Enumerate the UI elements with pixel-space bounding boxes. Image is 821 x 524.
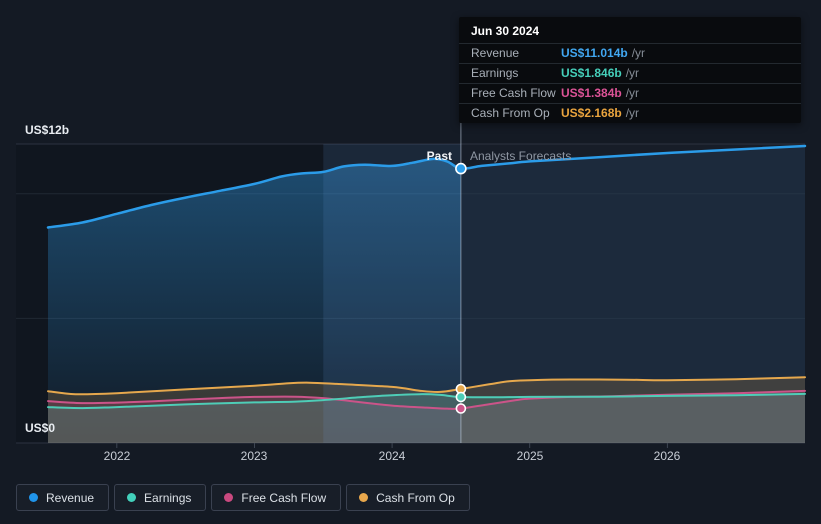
revenue-dot-icon <box>29 493 38 502</box>
tooltip-value: US$1.384b <box>561 86 622 100</box>
tooltip-label: Revenue <box>471 46 520 60</box>
x-axis-label-2022: 2022 <box>103 449 131 463</box>
chart-tooltip: Jun 30 2024 Revenue US$11.014b /yr Earni… <box>459 17 801 123</box>
tooltip-date: Jun 30 2024 <box>471 24 540 38</box>
legend-toggle-cash-from-op[interactable]: Cash From Op <box>346 484 470 511</box>
tooltip-label: Earnings <box>471 66 519 80</box>
legend-label: Revenue <box>46 490 95 505</box>
tooltip-unit: /yr <box>625 106 640 120</box>
tooltip-row-revenue: Revenue US$11.014b /yr <box>459 43 801 63</box>
earnings-marker[interactable] <box>455 391 467 403</box>
legend-toggle-earnings[interactable]: Earnings <box>114 484 207 511</box>
tooltip-row-free-cash-flow: Free Cash Flow US$1.384b /yr <box>459 83 801 103</box>
free-cash-flow-marker[interactable] <box>455 403 467 414</box>
legend-label: Earnings <box>144 490 192 505</box>
legend-label: Free Cash Flow <box>241 490 327 505</box>
x-axis-label-2025: 2025 <box>516 449 544 463</box>
revenue-marker[interactable] <box>455 162 467 175</box>
free-cash-flow-dot-icon <box>224 493 234 502</box>
tooltip-row-cash-from-op: Cash From Op US$2.168b /yr <box>459 103 801 123</box>
legend-label: Cash From Op <box>376 490 455 505</box>
tooltip-unit: /yr <box>625 86 640 100</box>
cash-from-op-dot-icon <box>359 493 369 502</box>
analysts-forecasts-section-label: Analysts Forecasts <box>470 149 572 163</box>
chart-legend: Revenue Earnings Free Cash Flow Cash Fro… <box>16 484 470 511</box>
legend-toggle-revenue[interactable]: Revenue <box>16 484 110 511</box>
tooltip-label: Cash From Op <box>471 106 550 120</box>
tooltip-value: US$11.014b <box>561 46 628 60</box>
x-axis-label-2026: 2026 <box>653 449 681 463</box>
earnings-revenue-growth-panel: US$12b US$0 2022 2023 2024 2025 2026 Pas… <box>0 0 821 524</box>
tooltip-value: US$2.168b <box>561 106 622 120</box>
x-axis-label-2023: 2023 <box>240 449 268 463</box>
x-axis-label-2024: 2024 <box>378 449 406 463</box>
y-axis-max-label: US$12b <box>25 123 70 137</box>
past-section-label: Past <box>426 149 452 163</box>
y-axis-zero-label: US$0 <box>25 421 56 435</box>
earnings-dot-icon <box>127 493 137 502</box>
tooltip-row-earnings: Earnings US$1.846b /yr <box>459 63 801 83</box>
legend-toggle-free-cash-flow[interactable]: Free Cash Flow <box>211 484 342 511</box>
tooltip-value: US$1.846b <box>561 66 622 80</box>
tooltip-unit: /yr <box>631 46 646 60</box>
tooltip-unit: /yr <box>625 66 640 80</box>
tooltip-label: Free Cash Flow <box>471 86 556 100</box>
